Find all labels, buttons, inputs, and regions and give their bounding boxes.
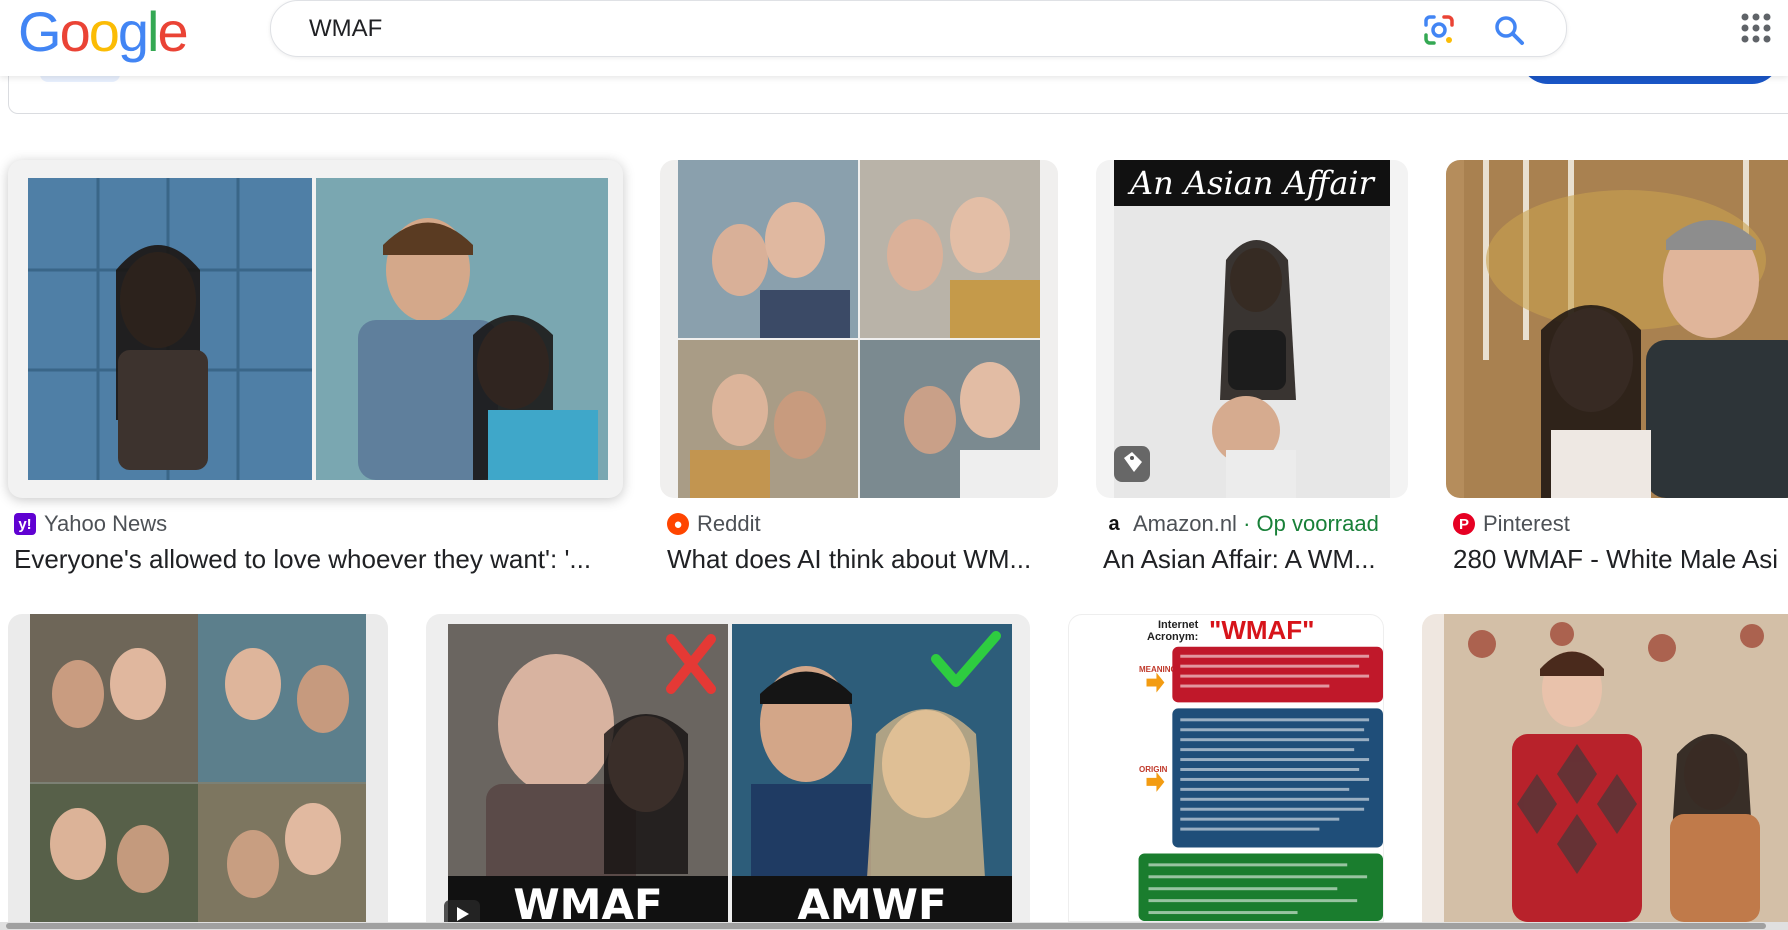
yahoo-icon: y! <box>14 513 36 535</box>
logo-letter: o <box>59 0 91 63</box>
comparison-label-left: WMAF <box>513 880 663 922</box>
book-cover-title: An Asian Affair <box>1130 164 1374 202</box>
logo-letter: G <box>18 0 62 63</box>
logo-letter: o <box>88 0 120 63</box>
result-title[interactable]: An Asian Affair: A WM... <box>1103 544 1393 575</box>
result-thumbnail[interactable]: Internet Acronym: "WMAF" MEANING ORIGIN <box>1068 614 1384 922</box>
logo-letter: l <box>147 0 160 63</box>
amazon-icon: a <box>1103 513 1125 535</box>
result-title[interactable]: Everyone's allowed to love whoever they … <box>14 544 614 575</box>
source-name: Reddit <box>697 511 761 536</box>
result-source[interactable]: a Amazon.nl · Op voorraad <box>1103 510 1379 538</box>
reddit-icon: ● <box>667 513 689 535</box>
google-logo[interactable]: Google <box>18 0 189 63</box>
result-thumbnail[interactable] <box>1422 614 1788 922</box>
shopping-tag-icon <box>1114 446 1150 482</box>
search-input[interactable] <box>309 13 1309 45</box>
source-name: Amazon.nl <box>1133 511 1237 536</box>
video-play-icon <box>444 900 480 922</box>
search-icon[interactable] <box>1492 13 1526 47</box>
result-source[interactable]: y! Yahoo News <box>14 510 167 538</box>
scrollbar-thumb[interactable] <box>6 923 1766 929</box>
apps-grid-icon[interactable] <box>1740 12 1772 44</box>
logo-letter: e <box>157 0 188 63</box>
source-name: Yahoo News <box>44 511 168 536</box>
stock-status: · Op voorraad <box>1243 511 1379 536</box>
result-title[interactable]: 280 WMAF - White Male Asi <box>1453 544 1783 575</box>
result-source[interactable]: ● Reddit <box>667 510 761 538</box>
logo-letter: g <box>117 0 149 63</box>
result-thumbnail[interactable]: An Asian Affair <box>1096 160 1408 498</box>
top-header: Google <box>0 0 1788 76</box>
result-title[interactable]: What does AI think about WM... <box>667 544 1043 575</box>
result-thumbnail[interactable] <box>8 160 623 498</box>
source-name: Pinterest <box>1483 511 1570 536</box>
result-thumbnail[interactable] <box>1446 160 1788 498</box>
result-source[interactable]: P Pinterest <box>1453 510 1570 538</box>
comparison-label-right: AMWF <box>797 880 947 922</box>
search-box[interactable] <box>270 0 1567 57</box>
result-thumbnail[interactable] <box>660 160 1058 498</box>
google-lens-icon[interactable] <box>1422 13 1456 47</box>
result-thumbnail[interactable] <box>8 614 388 922</box>
result-thumbnail[interactable]: WMAF AMWF <box>426 614 1030 922</box>
pinterest-icon: P <box>1453 513 1475 535</box>
